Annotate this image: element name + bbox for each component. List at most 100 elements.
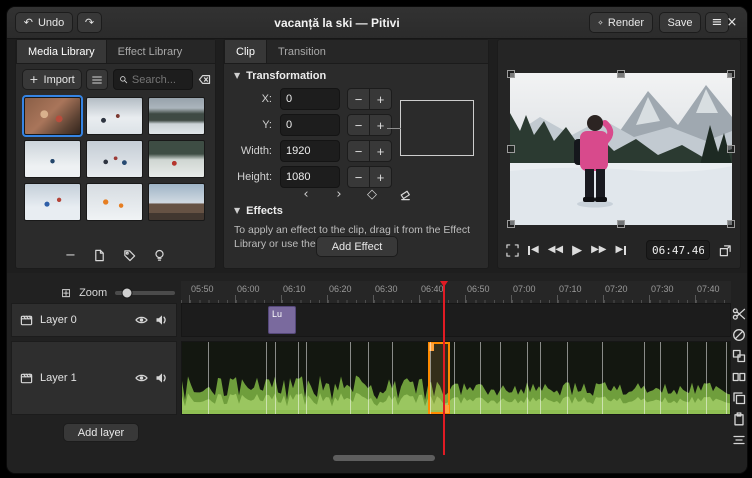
y-decrement-button[interactable]: − (347, 114, 370, 136)
clip-properties-icon[interactable] (93, 249, 106, 262)
reset-button[interactable] (395, 186, 415, 202)
y-input[interactable] (286, 119, 334, 131)
media-library-tabs: Media Library Effect Library (16, 40, 215, 64)
media-clip-thumbnail[interactable] (148, 140, 205, 178)
search-field[interactable] (113, 69, 193, 90)
layer1-controls[interactable]: Layer 1 (11, 341, 177, 415)
media-clip-thumbnail[interactable] (24, 97, 81, 135)
transform-handle[interactable] (727, 145, 735, 153)
tab-transition[interactable]: Transition (267, 40, 337, 63)
transform-handle[interactable] (617, 70, 625, 78)
zoom-fit-icon[interactable]: ⊞ (61, 287, 71, 299)
add-effect-label: Add Effect (332, 241, 383, 253)
transform-handle[interactable] (507, 220, 515, 228)
eye-icon[interactable] (135, 314, 148, 326)
tab-media-library[interactable]: Media Library (16, 40, 107, 63)
width-decrement-button[interactable]: − (347, 140, 370, 162)
split-clip-button[interactable] (732, 307, 746, 321)
remove-clip-icon[interactable]: − (65, 249, 76, 262)
zoom-slider[interactable] (115, 291, 175, 295)
tag-icon[interactable] (123, 249, 136, 262)
window-title: vacanță la ski — Pitivi (127, 7, 547, 38)
speaker-icon[interactable] (155, 372, 168, 384)
x-decrement-button[interactable]: − (347, 88, 370, 110)
media-clip-thumbnail[interactable] (86, 140, 143, 178)
view-toggle-button[interactable] (86, 69, 108, 90)
fullscreen-button[interactable] (506, 241, 519, 259)
layer1-clip-strip[interactable] (182, 342, 730, 414)
eye-icon[interactable] (135, 372, 148, 384)
media-clip-thumbnail[interactable] (86, 183, 143, 221)
search-input[interactable] (132, 74, 187, 86)
timecode-field[interactable] (646, 240, 710, 260)
layer1-track[interactable] (181, 341, 731, 415)
y-increment-button[interactable]: + (369, 114, 392, 136)
seek-back-button[interactable]: ◀◀ (548, 241, 563, 259)
title-clip[interactable]: Lu (268, 306, 296, 334)
transform-handle[interactable] (727, 70, 735, 78)
x-field[interactable] (280, 88, 340, 110)
layer1-name: Layer 1 (40, 372, 77, 384)
playhead[interactable] (443, 283, 445, 455)
tab-clip[interactable]: Clip (224, 40, 267, 63)
zoom-slider-handle[interactable] (122, 288, 133, 299)
delete-clip-button[interactable] (732, 328, 746, 342)
height-field[interactable] (280, 166, 340, 188)
selected-clip[interactable] (428, 342, 450, 414)
seek-forward-button[interactable]: ▶▶ (591, 241, 606, 259)
transformation-preview-box[interactable] (400, 100, 474, 156)
x-input[interactable] (286, 93, 334, 105)
render-button[interactable]: Render (589, 12, 653, 33)
play-button[interactable]: ▶ (572, 241, 582, 259)
y-field[interactable] (280, 114, 340, 136)
speaker-icon[interactable] (155, 314, 168, 326)
paste-clip-button[interactable] (732, 412, 746, 426)
transform-handle[interactable] (507, 70, 515, 78)
transformation-expander[interactable]: ▼ Transformation (234, 70, 326, 82)
clip-cut-line (298, 342, 299, 414)
detach-viewer-button[interactable] (719, 241, 732, 259)
height-decrement-button[interactable]: − (347, 166, 370, 188)
effects-expander[interactable]: ▼ Effects (234, 205, 283, 217)
media-clip-thumbnail[interactable] (86, 97, 143, 135)
clear-search-button[interactable] (194, 69, 214, 90)
media-clip-thumbnail[interactable] (148, 97, 205, 135)
projector-icon[interactable] (153, 249, 166, 262)
width-input[interactable] (286, 145, 334, 157)
undo-button[interactable]: ↶ Undo (15, 12, 73, 33)
height-increment-button[interactable]: + (369, 166, 392, 188)
seek-end-button[interactable]: ▶ (615, 241, 626, 259)
media-clip-thumbnail[interactable] (24, 183, 81, 221)
timecode-input[interactable] (652, 244, 704, 257)
video-preview[interactable] (510, 73, 732, 225)
copy-clip-button[interactable] (732, 391, 746, 405)
media-clip-thumbnail[interactable] (24, 140, 81, 178)
save-button[interactable]: Save (659, 12, 701, 33)
next-keyframe-button[interactable]: › (329, 186, 349, 202)
media-clip-thumbnail[interactable] (148, 183, 205, 221)
close-button[interactable]: × (721, 12, 743, 33)
transform-handle[interactable] (617, 220, 625, 228)
transform-handle[interactable] (507, 145, 515, 153)
height-input[interactable] (286, 171, 334, 183)
import-button[interactable]: + Import (22, 69, 82, 90)
add-keyframe-icon[interactable]: ◇ (362, 186, 382, 202)
paste-icon (732, 412, 746, 426)
align-clips-button[interactable] (732, 433, 746, 447)
layer0-controls[interactable]: Layer 0 (11, 303, 177, 337)
width-increment-button[interactable]: + (369, 140, 392, 162)
group-clips-button[interactable] (732, 349, 746, 363)
seek-start-button[interactable]: ◀ (528, 241, 539, 259)
add-layer-button[interactable]: Add layer (63, 423, 139, 442)
tab-effect-library[interactable]: Effect Library (107, 40, 194, 63)
redo-button[interactable]: ↷ (77, 12, 102, 33)
add-effect-button[interactable]: Add Effect (316, 236, 398, 257)
ungroup-clips-button[interactable] (732, 370, 746, 384)
prev-keyframe-button[interactable]: ‹ (296, 186, 316, 202)
layer0-track[interactable]: Lu (181, 303, 731, 337)
playhead-marker[interactable] (440, 281, 448, 287)
width-field[interactable] (280, 140, 340, 162)
x-increment-button[interactable]: + (369, 88, 392, 110)
transform-handle[interactable] (727, 220, 735, 228)
horizontal-scrollbar[interactable] (333, 455, 435, 461)
